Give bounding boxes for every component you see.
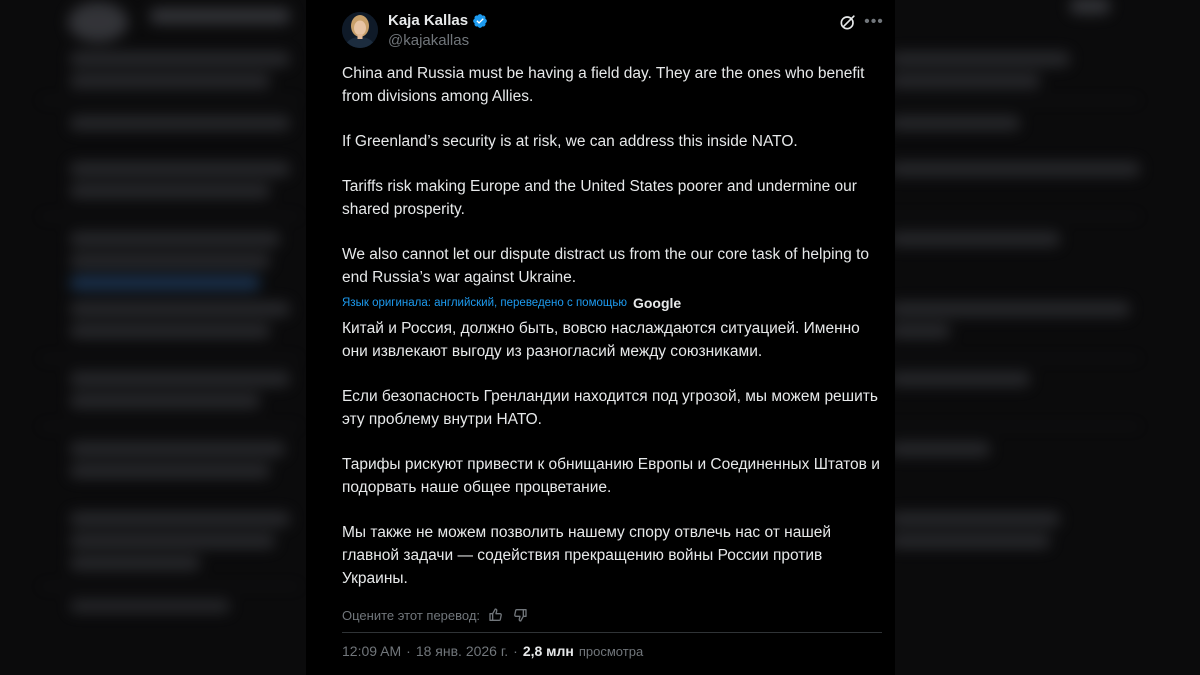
- avatar-image: [342, 12, 378, 48]
- paragraph: Мы также не можем позволить нашему спору…: [342, 524, 832, 587]
- author-row: Kaja Kallas: [388, 12, 488, 29]
- tweet-meta: 12:09 AM · 18 янв. 2026 г. · 2,8 млн про…: [342, 643, 643, 659]
- thumbs-up-icon[interactable]: [488, 607, 504, 623]
- paragraph: Tariffs risk making Europe and the Unite…: [342, 178, 857, 218]
- google-logo: Google: [632, 295, 682, 311]
- divider: [342, 632, 882, 633]
- more-options-icon[interactable]: •••: [864, 12, 884, 32]
- paragraph: We also cannot let our dispute distract …: [342, 246, 869, 286]
- tweet-date[interactable]: 18 янв. 2026 г.: [416, 643, 508, 659]
- tweet-time[interactable]: 12:09 AM: [342, 643, 401, 659]
- paragraph: If Greenland’s security is at risk, we c…: [342, 133, 798, 150]
- dot-separator: ·: [406, 643, 411, 659]
- paragraph: China and Russia must be having a field …: [342, 65, 865, 105]
- tweet-translated-text: Китай и Россия, должно быть, вовсю насла…: [342, 317, 882, 590]
- rate-translation-row: Оцените этот перевод:: [342, 607, 528, 623]
- paragraph: Если безопасность Гренландии находится п…: [342, 388, 878, 428]
- tweet-original-text: China and Russia must be having a field …: [342, 62, 882, 289]
- paragraph: Тарифы рискуют привести к обнищанию Евро…: [342, 456, 880, 496]
- translation-note[interactable]: Язык оригинала: английский, переведено с…: [342, 295, 681, 311]
- author-name[interactable]: Kaja Kallas: [388, 12, 468, 29]
- views-count: 2,8 млн: [522, 643, 574, 659]
- verified-badge-icon: [473, 13, 487, 28]
- grok-icon[interactable]: [838, 12, 858, 32]
- avatar[interactable]: [342, 12, 378, 48]
- views-label: просмотра: [578, 643, 644, 659]
- translation-note-text: Язык оригинала: английский, переведено с…: [342, 297, 627, 309]
- rate-translation-label: Оцените этот перевод:: [342, 607, 481, 623]
- dot-separator: ·: [513, 643, 518, 659]
- author-handle[interactable]: @kajakallas: [388, 32, 469, 49]
- thumbs-down-icon[interactable]: [512, 607, 528, 623]
- paragraph: Китай и Россия, должно быть, вовсю насла…: [342, 320, 860, 360]
